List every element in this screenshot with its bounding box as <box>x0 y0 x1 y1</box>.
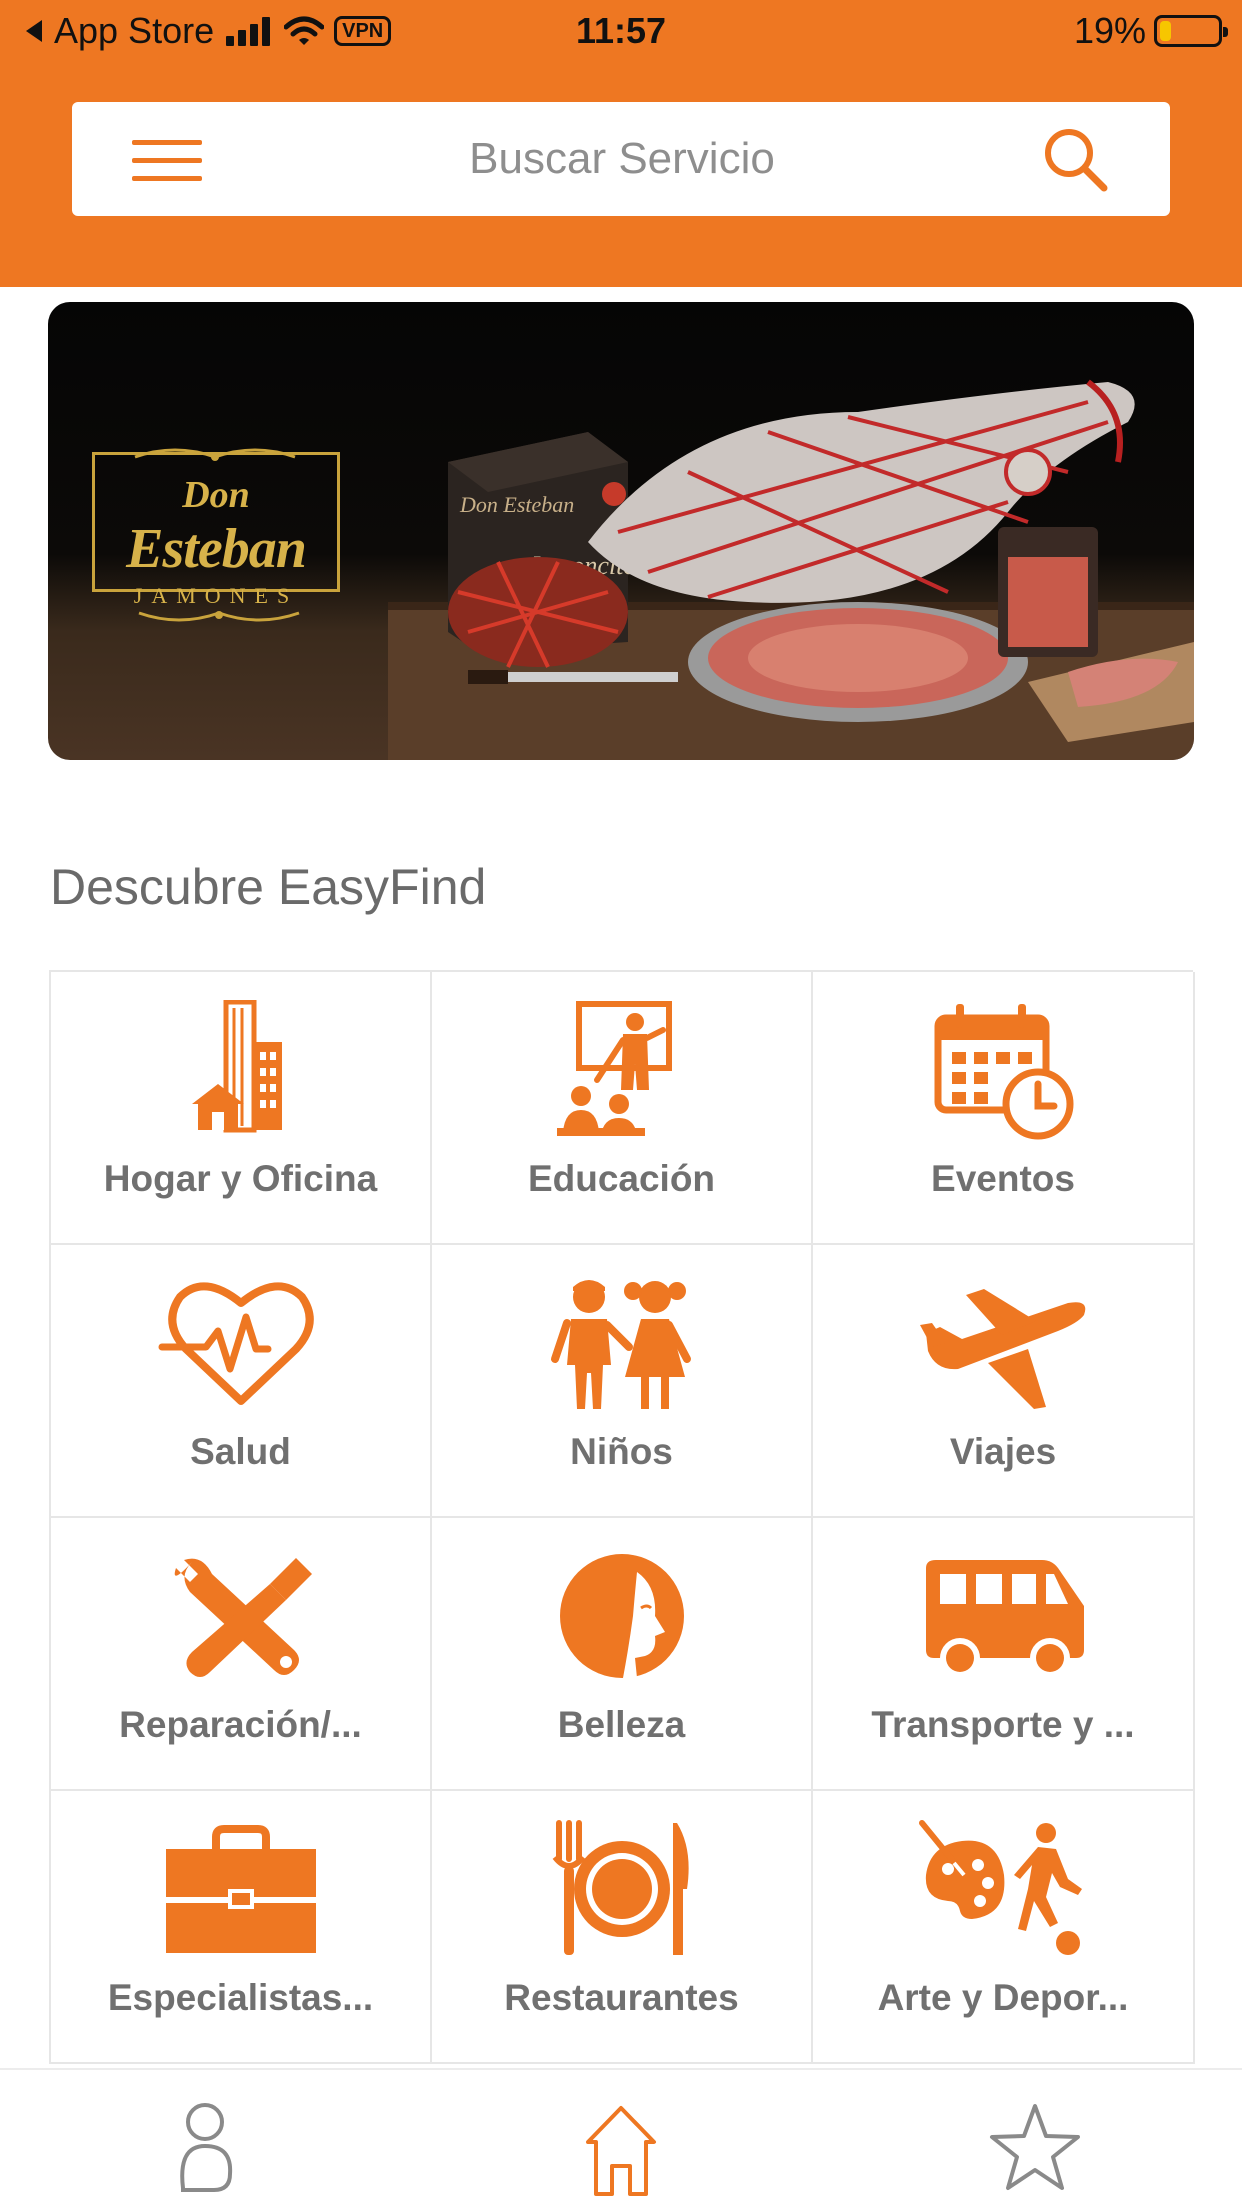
clock: 11:57 <box>575 10 667 51</box>
category-label: Especialistas... <box>107 1977 374 2018</box>
category-label: Arte y Depor... <box>877 1977 1129 2018</box>
category-arte-deportes[interactable]: Arte y Depor... <box>813 1791 1195 2064</box>
hamburger-menu-icon[interactable] <box>132 140 202 182</box>
logo-esteban: Esteban <box>126 518 307 580</box>
category-reparacion[interactable]: Reparación/... <box>51 1518 432 1791</box>
category-hogar-oficina[interactable]: Hogar y Oficina <box>51 972 432 1245</box>
category-transporte[interactable]: Transporte y ... <box>813 1518 1195 1791</box>
category-grid: Hogar y Oficina Educación Eventos Salud … <box>49 970 1195 2064</box>
search-icon[interactable] <box>1040 124 1112 196</box>
don-esteban-logo: Don Esteban JAMONES <box>92 448 340 622</box>
ham-products-image: Don Esteban Jamoncito <box>388 379 1194 760</box>
category-label: Viajes <box>949 1431 1057 1472</box>
category-salud[interactable]: Salud <box>51 1245 432 1518</box>
nav-favorites[interactable] <box>980 2100 1090 2200</box>
promo-banner[interactable]: Don Esteban JAMONES Don Esteban Jamoncit… <box>48 302 1194 760</box>
section-title: Descubre EasyFind <box>50 859 487 915</box>
building-home-icon <box>191 1000 282 1133</box>
category-educacion[interactable]: Educación <box>432 972 813 1245</box>
category-label: Salud <box>190 1431 291 1472</box>
category-label: Belleza <box>557 1704 686 1745</box>
status-bar: App Store VPN 11:57 19% <box>0 0 1242 64</box>
category-label: Educación <box>527 1158 716 1199</box>
children-icon <box>550 1280 691 1409</box>
heart-pulse-icon <box>158 1282 314 1405</box>
wrench-screwdriver-icon <box>174 1558 312 1677</box>
category-label: Transporte y ... <box>871 1704 1135 1745</box>
palette-soccer-icon <box>919 1820 1082 1955</box>
battery-level <box>1160 21 1171 41</box>
bottom-nav <box>0 2068 1242 2208</box>
battery-status: 19% <box>1073 10 1228 52</box>
app-header: App Store VPN 11:57 19% <box>0 0 1242 287</box>
airplane-icon <box>920 1289 1086 1409</box>
category-eventos[interactable]: Eventos <box>813 972 1195 1245</box>
category-belleza[interactable]: Belleza <box>432 1518 813 1791</box>
star-icon <box>990 2104 1080 2190</box>
category-label: Restaurantes <box>504 1977 739 2018</box>
category-especialistas[interactable]: Especialistas... <box>51 1791 432 2064</box>
plate-cutlery-icon <box>552 1820 689 1955</box>
user-icon <box>180 2103 233 2192</box>
ornament-bottom-icon <box>138 611 300 622</box>
van-icon <box>926 1560 1084 1678</box>
search-input[interactable] <box>272 122 972 196</box>
category-label: Niños <box>570 1431 673 1472</box>
box-brand-text: Don Esteban <box>459 492 574 517</box>
woman-face-icon <box>559 1554 684 1678</box>
nav-profile[interactable] <box>150 2100 260 2200</box>
ornament-top-icon <box>134 448 296 461</box>
category-viajes[interactable]: Viajes <box>813 1245 1195 1518</box>
nav-home[interactable] <box>566 2100 676 2200</box>
category-restaurantes[interactable]: Restaurantes <box>432 1791 813 2064</box>
search-bar <box>72 102 1170 216</box>
logo-don: Don <box>182 474 250 516</box>
home-icon <box>586 2106 656 2196</box>
calendar-clock-icon <box>934 1004 1074 1140</box>
category-label: Reparación/... <box>119 1704 362 1745</box>
category-label: Eventos <box>931 1158 1075 1199</box>
briefcase-icon <box>165 1825 316 1953</box>
battery-icon <box>1154 15 1228 47</box>
teacher-board-icon <box>556 1001 672 1136</box>
battery-percent: 19% <box>1073 10 1146 51</box>
category-label: Hogar y Oficina <box>103 1158 378 1199</box>
category-ninos[interactable]: Niños <box>432 1245 813 1518</box>
